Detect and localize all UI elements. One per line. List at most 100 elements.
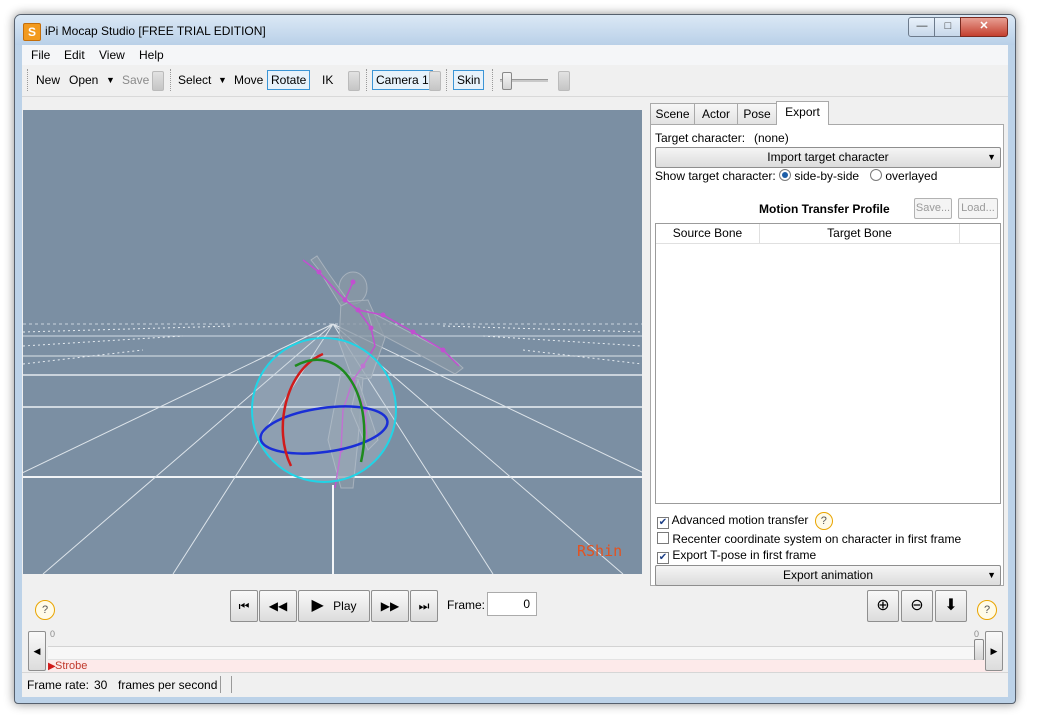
first-frame-button[interactable]: ⏮ [230, 590, 258, 622]
import-target-character-button[interactable]: Import target character ▼ [655, 147, 1001, 168]
camera-button[interactable]: Camera 1 [372, 70, 433, 90]
timeline-end-handle[interactable] [974, 639, 984, 661]
app-window: S iPi Mocap Studio [FREE TRIAL EDITION] … [14, 14, 1016, 704]
new-button[interactable]: New [36, 73, 60, 87]
client-area: File Edit View Help New Open ▼ Save Sele… [22, 45, 1008, 697]
checkbox-advanced-label: Advanced motion transfer [671, 513, 809, 527]
frame-rate-value[interactable]: 30 [94, 678, 107, 692]
table-header: Source Bone Target Bone [656, 224, 1000, 244]
target-character-value: (none) [754, 131, 789, 145]
last-frame-button[interactable]: ⏭ [410, 590, 438, 622]
menu-bar: File Edit View Help [22, 45, 1008, 65]
import-target-character-label: Import target character [767, 150, 889, 164]
toolbar: New Open ▼ Save Select ▼ Move Rotate IK … [22, 66, 1008, 97]
timeline-scroll-left-button[interactable]: ◀ [28, 631, 46, 671]
tab-pose[interactable]: Pose [737, 103, 777, 124]
radio-side-by-side-label: side-by-side [794, 169, 860, 183]
menu-file[interactable]: File [31, 48, 50, 62]
timeline-track[interactable] [48, 646, 982, 660]
tab-export[interactable]: Export [776, 101, 829, 125]
toolbar-overflow-grip[interactable] [558, 71, 570, 91]
bone-mapping-table[interactable]: Source Bone Target Bone [655, 223, 1001, 504]
play-icon: ▶ [311, 597, 324, 614]
export-tab-body: Target character: (none) Import target c… [650, 124, 1004, 586]
menu-edit[interactable]: Edit [64, 48, 85, 62]
timeline-start-tick: 0 [50, 629, 56, 639]
checkbox-recenter[interactable]: Recenter coordinate system on character … [657, 532, 961, 546]
dropdown-arrow-icon[interactable]: ▼ [987, 148, 996, 167]
radio-overlayed-label: overlayed [885, 169, 938, 183]
play-button[interactable]: ▶ Play [298, 590, 370, 622]
play-label: Play [333, 599, 357, 613]
help-icon[interactable]: ? [35, 600, 55, 620]
checkbox-advanced-motion-transfer[interactable]: ✔ Advanced motion transfer ? [657, 512, 833, 530]
checkbox-icon[interactable]: ✔ [657, 552, 669, 564]
profile-save-button: Save... [914, 198, 952, 219]
tab-actor[interactable]: Actor [694, 103, 738, 124]
zoom-in-icon[interactable]: ⊕ [867, 590, 899, 622]
checkbox-icon[interactable]: ✔ [657, 517, 669, 529]
ik-button[interactable]: IK [322, 73, 333, 87]
checkbox-icon[interactable] [657, 532, 669, 544]
toolbar-separator [492, 69, 495, 91]
skin-button[interactable]: Skin [453, 70, 485, 90]
radio-overlayed[interactable]: overlayed [870, 169, 937, 183]
help-icon[interactable]: ? [977, 600, 997, 620]
save-button: Save [122, 73, 150, 87]
profile-title: Motion Transfer Profile [759, 202, 890, 216]
rotate-button[interactable]: Rotate [267, 70, 311, 90]
selected-bone-label: RShin [577, 542, 623, 560]
export-animation-button[interactable]: Export animation ▼ [655, 565, 1001, 586]
rewind-button[interactable]: ◀◀ [259, 590, 297, 622]
slider-thumb[interactable] [502, 72, 512, 90]
profile-load-button: Load... [958, 198, 998, 219]
open-button[interactable]: Open [69, 73, 98, 87]
menu-help[interactable]: Help [139, 48, 164, 62]
title-bar: S iPi Mocap Studio [FREE TRIAL EDITION] … [15, 15, 1015, 45]
toolbar-separator [170, 69, 173, 91]
maximize-icon[interactable]: □ [934, 17, 962, 37]
column-source-bone[interactable]: Source Bone [656, 224, 760, 243]
dropdown-arrow-icon[interactable]: ▼ [987, 566, 996, 585]
zoom-out-icon[interactable]: ⊖ [901, 590, 933, 622]
timeline-end-tick: 0 [974, 629, 980, 639]
open-dropdown-icon[interactable]: ▼ [106, 75, 115, 85]
radio-unchecked-icon[interactable] [870, 169, 882, 181]
toolbar-overflow-grip[interactable] [152, 71, 164, 91]
export-animation-label: Export animation [782, 568, 874, 582]
select-dropdown-icon[interactable]: ▼ [218, 75, 227, 85]
frame-input[interactable]: 0 [487, 592, 537, 616]
toolbar-overflow-grip[interactable] [348, 71, 360, 91]
strobe-label: Strobe [55, 660, 88, 672]
arrow-down-icon[interactable]: ⬇ [935, 590, 967, 622]
move-button[interactable]: Move [234, 73, 263, 87]
checkbox-recenter-label: Recenter coordinate system on character … [672, 532, 962, 546]
tab-scene[interactable]: Scene [650, 103, 695, 124]
show-target-character-label: Show target character: [655, 169, 776, 183]
menu-view[interactable]: View [99, 48, 125, 62]
select-button[interactable]: Select [178, 73, 211, 87]
toolbar-separator [27, 69, 30, 91]
right-panel: Scene Actor Pose Export Target character… [650, 101, 1004, 586]
toolbar-separator [446, 69, 449, 91]
frame-rate-label: Frame rate: [27, 678, 90, 692]
target-character-label: Target character: [655, 131, 746, 145]
status-separator [220, 676, 221, 693]
toolbar-overflow-grip[interactable] [429, 71, 441, 91]
radio-side-by-side[interactable]: side-by-side [779, 169, 859, 183]
checkbox-export-tpose[interactable]: ✔ Export T-pose in first frame [657, 548, 816, 564]
checkbox-tpose-label: Export T-pose in first frame [672, 548, 817, 562]
help-icon[interactable]: ? [814, 512, 833, 530]
3d-viewport[interactable]: RShin [23, 110, 642, 574]
frame-rate-unit: frames per second [118, 678, 218, 692]
radio-checked-icon[interactable] [779, 169, 791, 181]
status-separator [231, 676, 232, 693]
viewport-scene [23, 255, 642, 574]
column-target-bone[interactable]: Target Bone [760, 224, 960, 243]
timeline-scroll-right-button[interactable]: ▶ [985, 631, 1003, 671]
toolbar-separator [366, 69, 369, 91]
minimize-icon[interactable]: — [908, 17, 936, 37]
close-icon[interactable]: ✕ [960, 17, 1008, 37]
window-title: iPi Mocap Studio [FREE TRIAL EDITION] [45, 24, 266, 38]
fast-forward-button[interactable]: ▶▶ [371, 590, 409, 622]
